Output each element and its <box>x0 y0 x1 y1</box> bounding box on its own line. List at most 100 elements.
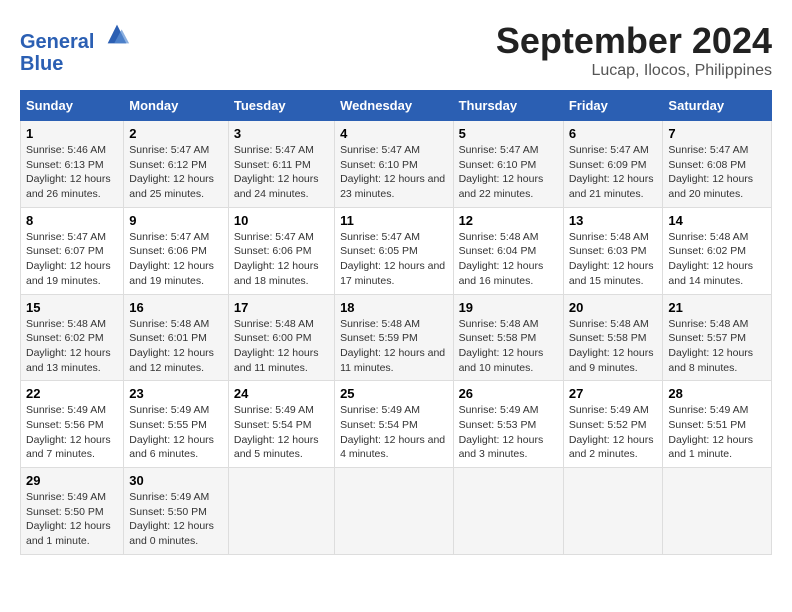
day-info: Sunrise: 5:46 AMSunset: 6:13 PMDaylight:… <box>26 144 111 200</box>
col-sunday: Sunday <box>21 91 124 121</box>
day-number: 20 <box>569 300 658 315</box>
day-info: Sunrise: 5:48 AMSunset: 6:03 PMDaylight:… <box>569 231 654 287</box>
day-number: 30 <box>129 473 223 488</box>
day-info: Sunrise: 5:47 AMSunset: 6:06 PMDaylight:… <box>234 231 319 287</box>
col-saturday: Saturday <box>663 91 772 121</box>
day-number: 11 <box>340 213 447 228</box>
table-row <box>228 468 334 555</box>
day-number: 24 <box>234 386 329 401</box>
table-row: 6 Sunrise: 5:47 AMSunset: 6:09 PMDayligh… <box>563 121 663 208</box>
calendar-week-row: 29 Sunrise: 5:49 AMSunset: 5:50 PMDaylig… <box>21 468 772 555</box>
logo-general: General <box>20 31 94 53</box>
day-info: Sunrise: 5:47 AMSunset: 6:11 PMDaylight:… <box>234 144 319 200</box>
table-row: 13 Sunrise: 5:48 AMSunset: 6:03 PMDaylig… <box>563 207 663 294</box>
col-tuesday: Tuesday <box>228 91 334 121</box>
table-row <box>563 468 663 555</box>
day-number: 22 <box>26 386 118 401</box>
col-thursday: Thursday <box>453 91 563 121</box>
table-row: 2 Sunrise: 5:47 AMSunset: 6:12 PMDayligh… <box>124 121 229 208</box>
page-header: General Blue September 2024 Lucap, Iloco… <box>20 20 772 80</box>
table-row: 12 Sunrise: 5:48 AMSunset: 6:04 PMDaylig… <box>453 207 563 294</box>
day-info: Sunrise: 5:48 AMSunset: 5:59 PMDaylight:… <box>340 318 445 374</box>
day-number: 26 <box>459 386 558 401</box>
calendar-week-row: 1 Sunrise: 5:46 AMSunset: 6:13 PMDayligh… <box>21 121 772 208</box>
location-title: Lucap, Ilocos, Philippines <box>496 62 772 80</box>
day-number: 7 <box>668 126 766 141</box>
table-row: 28 Sunrise: 5:49 AMSunset: 5:51 PMDaylig… <box>663 381 772 468</box>
day-number: 12 <box>459 213 558 228</box>
day-info: Sunrise: 5:49 AMSunset: 5:50 PMDaylight:… <box>26 491 111 547</box>
calendar-week-row: 22 Sunrise: 5:49 AMSunset: 5:56 PMDaylig… <box>21 381 772 468</box>
logo-blue: Blue <box>20 53 131 75</box>
day-info: Sunrise: 5:47 AMSunset: 6:10 PMDaylight:… <box>340 144 445 200</box>
day-number: 25 <box>340 386 447 401</box>
table-row: 7 Sunrise: 5:47 AMSunset: 6:08 PMDayligh… <box>663 121 772 208</box>
day-info: Sunrise: 5:48 AMSunset: 6:02 PMDaylight:… <box>26 318 111 374</box>
table-row: 21 Sunrise: 5:48 AMSunset: 5:57 PMDaylig… <box>663 294 772 381</box>
day-info: Sunrise: 5:49 AMSunset: 5:50 PMDaylight:… <box>129 491 214 547</box>
day-info: Sunrise: 5:47 AMSunset: 6:05 PMDaylight:… <box>340 231 445 287</box>
table-row: 26 Sunrise: 5:49 AMSunset: 5:53 PMDaylig… <box>453 381 563 468</box>
table-row: 25 Sunrise: 5:49 AMSunset: 5:54 PMDaylig… <box>335 381 453 468</box>
day-number: 27 <box>569 386 658 401</box>
table-row: 24 Sunrise: 5:49 AMSunset: 5:54 PMDaylig… <box>228 381 334 468</box>
day-info: Sunrise: 5:49 AMSunset: 5:52 PMDaylight:… <box>569 404 654 460</box>
table-row: 9 Sunrise: 5:47 AMSunset: 6:06 PMDayligh… <box>124 207 229 294</box>
day-info: Sunrise: 5:49 AMSunset: 5:56 PMDaylight:… <box>26 404 111 460</box>
table-row: 22 Sunrise: 5:49 AMSunset: 5:56 PMDaylig… <box>21 381 124 468</box>
table-row: 1 Sunrise: 5:46 AMSunset: 6:13 PMDayligh… <box>21 121 124 208</box>
col-wednesday: Wednesday <box>335 91 453 121</box>
day-info: Sunrise: 5:48 AMSunset: 6:02 PMDaylight:… <box>668 231 753 287</box>
day-info: Sunrise: 5:47 AMSunset: 6:08 PMDaylight:… <box>668 144 753 200</box>
table-row: 10 Sunrise: 5:47 AMSunset: 6:06 PMDaylig… <box>228 207 334 294</box>
table-row: 29 Sunrise: 5:49 AMSunset: 5:50 PMDaylig… <box>21 468 124 555</box>
title-block: September 2024 Lucap, Ilocos, Philippine… <box>496 20 772 80</box>
day-number: 14 <box>668 213 766 228</box>
day-number: 23 <box>129 386 223 401</box>
day-number: 15 <box>26 300 118 315</box>
day-number: 5 <box>459 126 558 141</box>
day-number: 19 <box>459 300 558 315</box>
calendar-table: Sunday Monday Tuesday Wednesday Thursday… <box>20 90 772 555</box>
calendar-week-row: 15 Sunrise: 5:48 AMSunset: 6:02 PMDaylig… <box>21 294 772 381</box>
day-number: 18 <box>340 300 447 315</box>
logo-icon <box>103 20 131 48</box>
calendar-week-row: 8 Sunrise: 5:47 AMSunset: 6:07 PMDayligh… <box>21 207 772 294</box>
table-row: 14 Sunrise: 5:48 AMSunset: 6:02 PMDaylig… <box>663 207 772 294</box>
day-number: 10 <box>234 213 329 228</box>
day-info: Sunrise: 5:49 AMSunset: 5:55 PMDaylight:… <box>129 404 214 460</box>
day-info: Sunrise: 5:47 AMSunset: 6:09 PMDaylight:… <box>569 144 654 200</box>
day-number: 9 <box>129 213 223 228</box>
table-row: 16 Sunrise: 5:48 AMSunset: 6:01 PMDaylig… <box>124 294 229 381</box>
day-number: 2 <box>129 126 223 141</box>
table-row: 18 Sunrise: 5:48 AMSunset: 5:59 PMDaylig… <box>335 294 453 381</box>
day-info: Sunrise: 5:48 AMSunset: 5:57 PMDaylight:… <box>668 318 753 374</box>
day-info: Sunrise: 5:49 AMSunset: 5:53 PMDaylight:… <box>459 404 544 460</box>
table-row: 20 Sunrise: 5:48 AMSunset: 5:58 PMDaylig… <box>563 294 663 381</box>
day-number: 29 <box>26 473 118 488</box>
day-number: 17 <box>234 300 329 315</box>
day-number: 4 <box>340 126 447 141</box>
table-row: 27 Sunrise: 5:49 AMSunset: 5:52 PMDaylig… <box>563 381 663 468</box>
table-row: 23 Sunrise: 5:49 AMSunset: 5:55 PMDaylig… <box>124 381 229 468</box>
table-row: 15 Sunrise: 5:48 AMSunset: 6:02 PMDaylig… <box>21 294 124 381</box>
day-number: 28 <box>668 386 766 401</box>
table-row: 17 Sunrise: 5:48 AMSunset: 6:00 PMDaylig… <box>228 294 334 381</box>
day-info: Sunrise: 5:49 AMSunset: 5:54 PMDaylight:… <box>340 404 445 460</box>
day-number: 16 <box>129 300 223 315</box>
day-number: 21 <box>668 300 766 315</box>
col-friday: Friday <box>563 91 663 121</box>
table-row: 3 Sunrise: 5:47 AMSunset: 6:11 PMDayligh… <box>228 121 334 208</box>
logo-text: General <box>20 20 131 53</box>
day-info: Sunrise: 5:47 AMSunset: 6:06 PMDaylight:… <box>129 231 214 287</box>
day-info: Sunrise: 5:48 AMSunset: 5:58 PMDaylight:… <box>459 318 544 374</box>
table-row: 19 Sunrise: 5:48 AMSunset: 5:58 PMDaylig… <box>453 294 563 381</box>
logo: General Blue <box>20 20 131 75</box>
table-row: 30 Sunrise: 5:49 AMSunset: 5:50 PMDaylig… <box>124 468 229 555</box>
day-info: Sunrise: 5:47 AMSunset: 6:12 PMDaylight:… <box>129 144 214 200</box>
day-info: Sunrise: 5:48 AMSunset: 6:00 PMDaylight:… <box>234 318 319 374</box>
table-row: 8 Sunrise: 5:47 AMSunset: 6:07 PMDayligh… <box>21 207 124 294</box>
table-row: 11 Sunrise: 5:47 AMSunset: 6:05 PMDaylig… <box>335 207 453 294</box>
day-info: Sunrise: 5:49 AMSunset: 5:54 PMDaylight:… <box>234 404 319 460</box>
table-row <box>453 468 563 555</box>
